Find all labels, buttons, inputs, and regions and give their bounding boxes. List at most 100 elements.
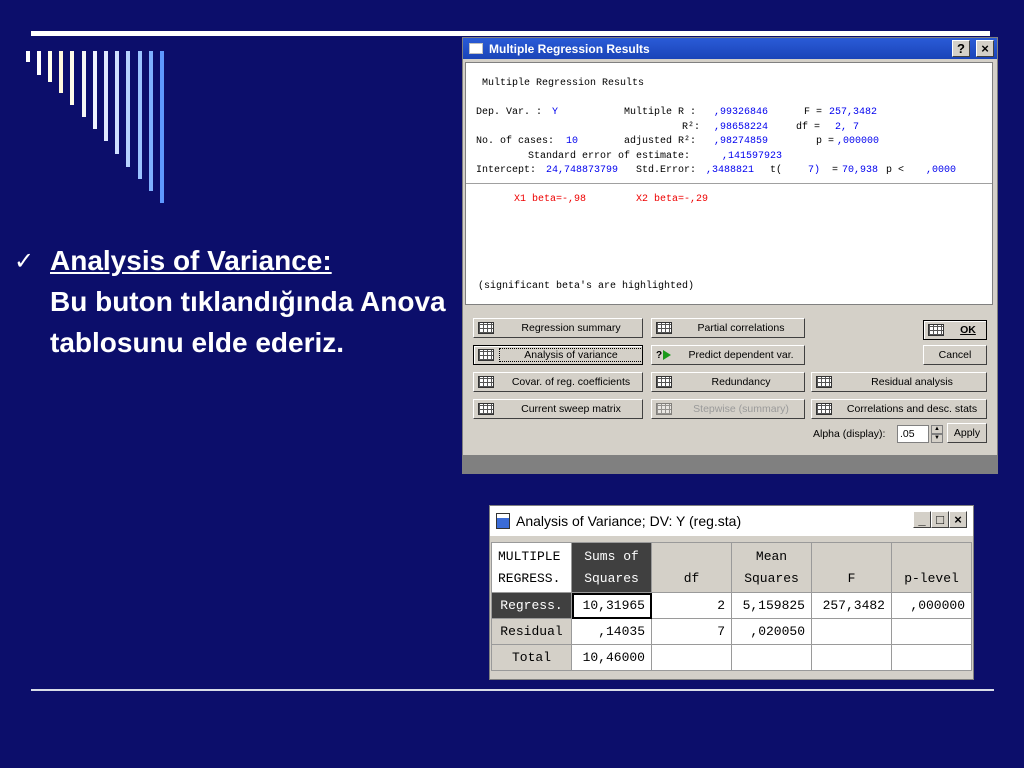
col-header-line bbox=[898, 546, 965, 568]
regression-summary-button[interactable]: Regression summary bbox=[473, 318, 643, 338]
col-header-line: Sums of bbox=[584, 548, 639, 564]
anova-window: Analysis of Variance; DV: Y (reg.sta) _ … bbox=[489, 505, 974, 680]
correlations-desc-stats-button[interactable]: Correlations and desc. stats bbox=[811, 399, 987, 419]
col-header-ss[interactable]: Sums of Squares bbox=[571, 542, 652, 593]
df-value-1: 2, bbox=[835, 122, 848, 133]
covar-coefficients-button[interactable]: Covar. of reg. coefficients bbox=[473, 372, 643, 392]
checkmark-icon: ✓ bbox=[14, 248, 35, 275]
slide-top-rule bbox=[31, 31, 990, 36]
table-row: Regress. 10,31965 2 5,159825 257,3482 ,0… bbox=[491, 592, 972, 619]
deco-bar bbox=[37, 51, 41, 75]
table-cell[interactable]: 2 bbox=[651, 592, 732, 619]
table-cell[interactable] bbox=[891, 618, 972, 645]
anova-title: Analysis of Variance; DV: Y (reg.sta) bbox=[516, 513, 742, 529]
residual-analysis-button[interactable]: Residual analysis bbox=[811, 372, 987, 392]
table-cell[interactable] bbox=[811, 644, 892, 671]
close-button[interactable]: × bbox=[949, 511, 967, 528]
dep-var-value: Y bbox=[552, 107, 559, 118]
dep-var-label: Dep. Var. : bbox=[476, 107, 543, 118]
row-header[interactable]: Total bbox=[491, 644, 572, 671]
output-divider bbox=[466, 183, 992, 184]
deco-bar bbox=[93, 51, 97, 129]
table-cell[interactable] bbox=[731, 644, 812, 671]
grid-icon bbox=[656, 376, 672, 388]
deco-bar bbox=[149, 51, 153, 191]
t-df: 7) bbox=[808, 165, 821, 176]
alpha-spinner[interactable]: ▲ ▼ bbox=[931, 425, 943, 443]
table-cell[interactable] bbox=[811, 618, 892, 645]
table-cell[interactable]: 5,159825 bbox=[731, 592, 812, 619]
spreadsheet-icon bbox=[496, 513, 510, 529]
partial-correlations-button[interactable]: Partial correlations bbox=[651, 318, 805, 338]
deco-bar bbox=[126, 51, 130, 167]
current-sweep-matrix-button[interactable]: Current sweep matrix bbox=[473, 399, 643, 419]
col-header-line: F bbox=[847, 570, 856, 586]
multiple-r-value: ,99326846 bbox=[714, 107, 769, 118]
table-cell[interactable]: ,14035 bbox=[571, 618, 652, 645]
header-row: MULTIPLE REGRESS. Sums of Squares df Mea… bbox=[491, 542, 972, 593]
alpha-label: Alpha (display): bbox=[813, 428, 886, 440]
intercept-value: 24,748873799 bbox=[546, 165, 619, 176]
col-header-ms[interactable]: Mean Squares bbox=[731, 542, 812, 593]
deco-bar bbox=[138, 51, 142, 179]
table-cell[interactable] bbox=[891, 644, 972, 671]
table-cell[interactable]: 7 bbox=[651, 618, 732, 645]
grid-icon bbox=[656, 322, 672, 334]
intercept-label: Intercept: bbox=[476, 165, 537, 176]
f-label: F = bbox=[804, 107, 823, 118]
table-cell[interactable] bbox=[651, 644, 732, 671]
predict-dependent-button[interactable]: ? Predict dependent var. bbox=[651, 345, 805, 365]
table-cell[interactable]: 257,3482 bbox=[811, 592, 892, 619]
col-header-df[interactable]: df bbox=[651, 542, 732, 593]
beta-x2: X2 beta=-,29 bbox=[636, 194, 709, 205]
window-icon bbox=[469, 43, 483, 54]
ok-button[interactable]: OK bbox=[923, 320, 987, 340]
bullet-heading: Analysis of Variance: bbox=[50, 245, 332, 276]
stderr-label: Std.Error: bbox=[636, 165, 697, 176]
deco-bar bbox=[115, 51, 119, 154]
df-value-2: 7 bbox=[853, 122, 860, 133]
redundancy-button[interactable]: Redundancy bbox=[651, 372, 805, 392]
beta-x1: X1 beta=-,98 bbox=[514, 194, 587, 205]
grid-icon bbox=[816, 403, 832, 415]
p2-value: ,0000 bbox=[926, 165, 957, 176]
grid-icon bbox=[478, 349, 494, 361]
se-label: Standard error of estimate: bbox=[528, 151, 691, 162]
significance-note: (significant beta's are highlighted) bbox=[478, 281, 695, 292]
col-header-line: p-level bbox=[904, 570, 959, 586]
spin-up-icon[interactable]: ▲ bbox=[931, 425, 943, 434]
row-header[interactable]: Regress. bbox=[491, 592, 572, 619]
minimize-button[interactable]: _ bbox=[913, 511, 931, 528]
cancel-button[interactable]: Cancel bbox=[923, 345, 987, 365]
window-title: Multiple Regression Results bbox=[489, 41, 650, 56]
maximize-button[interactable]: □ bbox=[931, 511, 949, 528]
close-button[interactable]: × bbox=[976, 40, 994, 57]
table-row: Residual ,14035 7 ,020050 bbox=[491, 618, 972, 645]
t-label: t( bbox=[770, 165, 783, 176]
apply-button[interactable]: Apply bbox=[947, 423, 987, 443]
table-cell[interactable]: 10,31965 bbox=[571, 592, 652, 619]
cases-value: 10 bbox=[566, 136, 579, 147]
alpha-input[interactable]: .05 bbox=[897, 425, 929, 443]
col-header-f[interactable]: F bbox=[811, 542, 892, 593]
spin-down-icon[interactable]: ▼ bbox=[931, 434, 943, 443]
grid-icon bbox=[478, 403, 494, 415]
col-header-line: Mean bbox=[755, 548, 788, 564]
table-cell[interactable]: ,020050 bbox=[731, 618, 812, 645]
help-button[interactable]: ? bbox=[952, 40, 970, 57]
table-cell[interactable]: 10,46000 bbox=[571, 644, 652, 671]
col-header-p[interactable]: p-level bbox=[891, 542, 972, 593]
multiple-r-label: Multiple R : bbox=[624, 107, 697, 118]
row-header[interactable]: Residual bbox=[491, 618, 572, 645]
p-label: p = bbox=[816, 136, 835, 147]
output-header: Multiple Regression Results bbox=[482, 78, 645, 89]
deco-bar bbox=[160, 51, 164, 203]
stepwise-summary-button[interactable]: Stepwise (summary) bbox=[651, 399, 805, 419]
col-header-line bbox=[658, 546, 725, 568]
analysis-of-variance-button[interactable]: Analysis of variance bbox=[473, 345, 643, 365]
corner-line: MULTIPLE bbox=[498, 548, 561, 564]
table-cell[interactable]: ,000000 bbox=[891, 592, 972, 619]
deco-bar bbox=[26, 51, 30, 62]
col-header-line: Squares bbox=[584, 570, 639, 586]
t-value: 70,938 bbox=[842, 165, 879, 176]
